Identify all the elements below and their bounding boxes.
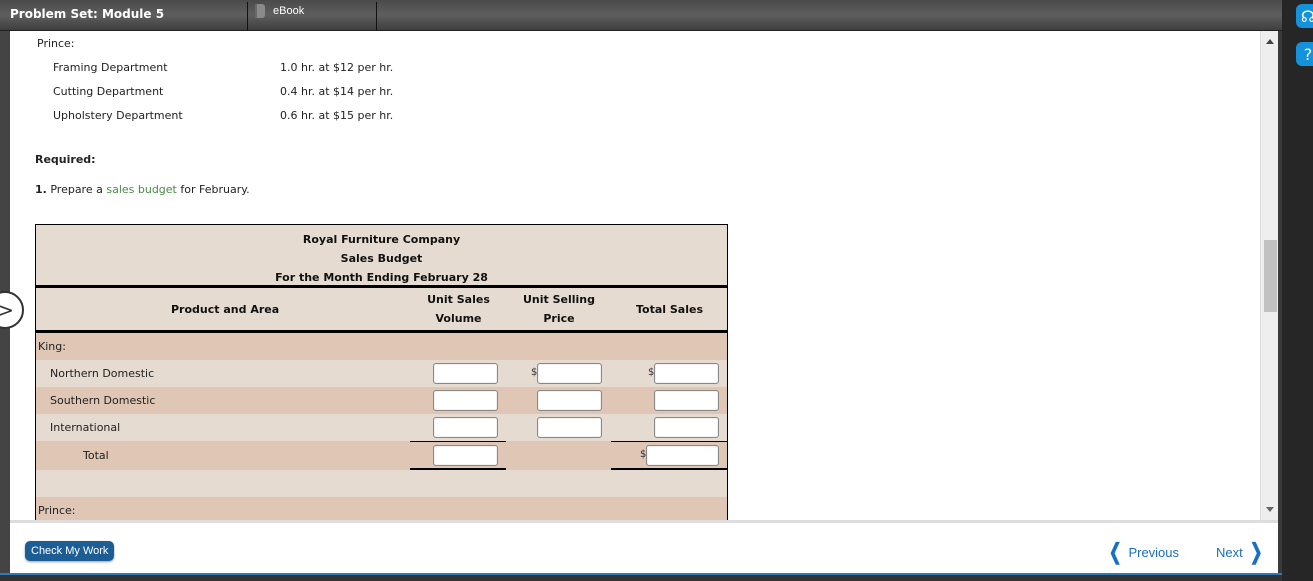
total-sales-input[interactable] <box>654 390 719 411</box>
budget-header: Royal Furniture Company Sales Budget For… <box>36 225 727 288</box>
col-volume-line1: Unit Sales <box>427 293 490 306</box>
department-rate: 0.6 hr. at $15 per hr. <box>280 109 394 122</box>
top-bar: Problem Set: Module 5 eBook <box>0 0 1282 31</box>
table-row: Northern Domestic $ $ <box>36 360 727 387</box>
col-unit-selling-price: Unit Selling Price <box>519 290 599 328</box>
col-total-sales: Total Sales <box>636 303 704 316</box>
department-name: Upholstery Department <box>53 109 183 122</box>
tab-ebook-label: eBook <box>273 5 305 17</box>
budget-period: For the Month Ending February 28 <box>275 271 488 284</box>
table-row: International <box>36 414 727 441</box>
divider <box>247 2 248 30</box>
total-sales-sum-input[interactable] <box>646 445 719 466</box>
sales-budget-table: Royal Furniture Company Sales Budget For… <box>35 224 728 520</box>
col-price-line1: Unit Selling <box>522 293 596 306</box>
total-row: Total $ <box>36 441 728 470</box>
department-name: Framing Department <box>53 61 168 74</box>
section-row-prince: Prince: <box>36 497 727 520</box>
scrollbar-thumb[interactable] <box>1264 240 1277 312</box>
company-name: Royal Furniture Company <box>302 233 461 246</box>
col-price-line2: Price <box>543 312 575 325</box>
row-label: Northern Domestic <box>50 367 155 380</box>
next-label: Next <box>1216 544 1243 560</box>
price-input[interactable] <box>537 417 602 438</box>
help-icon: ? <box>1303 44 1313 64</box>
check-my-work-button[interactable]: Check My Work <box>25 541 115 561</box>
col-unit-sales-volume: Unit Sales Volume <box>426 290 491 328</box>
book-icon <box>255 4 265 18</box>
volume-input[interactable] <box>433 363 498 384</box>
underline <box>410 441 506 442</box>
vertical-scrollbar[interactable] <box>1260 31 1278 520</box>
tab-ebook[interactable]: eBook <box>255 4 304 18</box>
row-label: International <box>50 421 121 434</box>
volume-input[interactable] <box>433 390 498 411</box>
instruction-number: 1. <box>35 183 47 196</box>
instruction: 1. Prepare a sales budget for February. <box>35 183 250 196</box>
sales-budget-link[interactable]: sales budget <box>106 183 177 196</box>
column-headers: Product and Area Unit Sales Volume Unit … <box>36 288 727 333</box>
chevron-left-icon: ❮ <box>1108 539 1122 564</box>
total-volume-input[interactable] <box>433 445 498 466</box>
col-product-area: Product and Area <box>171 303 280 316</box>
app-frame: Problem Set: Module 5 eBook Prince: Fram… <box>0 0 1282 581</box>
department-name: Cutting Department <box>53 85 164 98</box>
previous-button[interactable]: ❮ Previous <box>1106 539 1179 565</box>
underline <box>611 441 728 442</box>
price-input[interactable] <box>537 363 602 384</box>
total-sales-input[interactable] <box>654 363 719 384</box>
col-volume-line2: Volume <box>435 312 482 325</box>
chevron-right-icon: > <box>0 298 14 322</box>
scroll-up-icon[interactable] <box>1266 39 1274 44</box>
total-sales-input[interactable] <box>654 417 719 438</box>
headset-support-button[interactable]: ☊ <box>1296 4 1313 28</box>
window-title: Problem Set: Module 5 <box>10 7 165 21</box>
total-label: Total <box>83 449 109 462</box>
section-row-king: King: <box>36 333 727 360</box>
spacer-row <box>36 470 727 497</box>
prince-label: Prince: <box>37 37 75 50</box>
scroll-down-icon[interactable] <box>1266 507 1274 512</box>
section-label: Prince: <box>38 504 76 517</box>
footer-bar: Check My Work ❮ Previous Next ❯ <box>10 520 1278 573</box>
department-rate: 0.4 hr. at $14 per hr. <box>280 85 394 98</box>
divider <box>376 2 377 30</box>
instruction-prefix: Prepare a <box>50 183 103 196</box>
help-button[interactable]: ? <box>1296 42 1313 66</box>
volume-input[interactable] <box>433 417 498 438</box>
budget-title: Sales Budget <box>340 252 423 265</box>
department-rate: 1.0 hr. at $12 per hr. <box>280 61 394 74</box>
problem-content: Prince: Framing Department 1.0 hr. at $1… <box>10 31 1260 520</box>
chevron-right-icon: ❯ <box>1249 539 1263 564</box>
bottom-strip <box>0 573 1282 581</box>
section-label: King: <box>38 340 66 353</box>
instruction-suffix: for February. <box>180 183 250 196</box>
side-tools: ☊ ? <box>1282 0 1313 581</box>
headset-icon: ☊ <box>1300 6 1313 26</box>
next-button[interactable]: Next ❯ <box>1216 539 1265 565</box>
required-heading: Required: <box>35 153 96 166</box>
price-input[interactable] <box>537 390 602 411</box>
table-row: Southern Domestic <box>36 387 727 414</box>
previous-label: Previous <box>1128 544 1180 560</box>
row-label: Southern Domestic <box>50 394 156 407</box>
